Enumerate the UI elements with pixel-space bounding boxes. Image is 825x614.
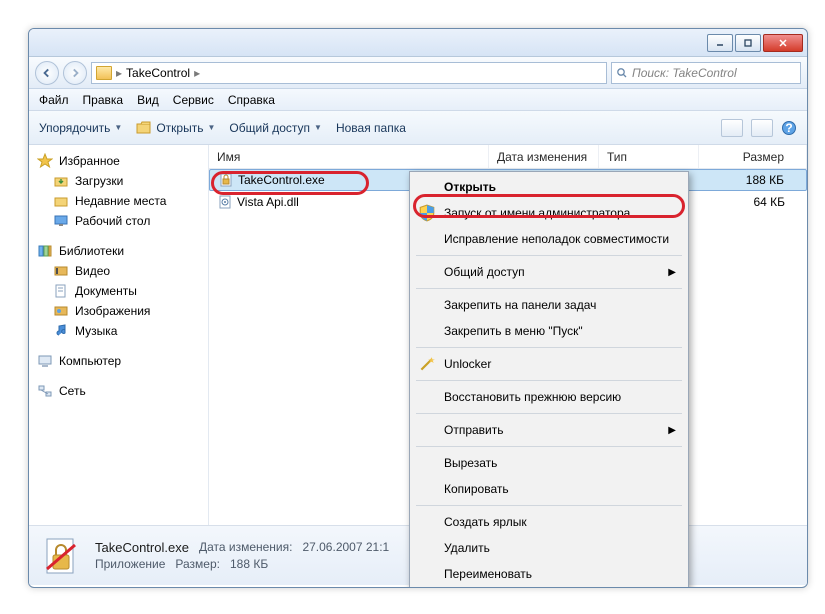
separator — [416, 380, 682, 381]
col-date[interactable]: Дата изменения — [489, 145, 599, 168]
ctx-pin-start[interactable]: Закрепить в меню "Пуск" — [412, 318, 686, 344]
chevron-right-icon: ▸ — [116, 66, 122, 80]
address-bar[interactable]: ▸ TakeControl ▸ — [91, 62, 607, 84]
sidebar-item-documents[interactable]: Документы — [33, 281, 204, 301]
search-placeholder: Поиск: TakeControl — [632, 66, 737, 80]
shield-icon — [418, 204, 436, 222]
column-headers: Имя Дата изменения Тип Размер — [209, 145, 807, 169]
separator — [416, 413, 682, 414]
svg-text:?: ? — [785, 121, 792, 135]
preview-pane-button[interactable] — [751, 119, 773, 137]
col-type[interactable]: Тип — [599, 145, 699, 168]
ctx-sendto[interactable]: Отправить▶ — [412, 417, 686, 443]
video-icon — [53, 263, 69, 279]
ctx-share[interactable]: Общий доступ▶ — [412, 259, 686, 285]
sidebar-item-desktop[interactable]: Рабочий стол — [33, 211, 204, 231]
help-icon[interactable]: ? — [781, 120, 797, 136]
downloads-icon — [53, 173, 69, 189]
sidebar-item-downloads[interactable]: Загрузки — [33, 171, 204, 191]
computer-icon — [37, 353, 53, 369]
menu-help[interactable]: Справка — [228, 93, 275, 107]
separator — [416, 288, 682, 289]
file-list: Имя Дата изменения Тип Размер TakeContro… — [209, 145, 807, 525]
wand-icon — [418, 355, 436, 373]
menu-edit[interactable]: Правка — [83, 93, 124, 107]
chevron-right-icon: ▸ — [194, 66, 200, 80]
folder-icon — [96, 66, 112, 80]
sidebar-computer[interactable]: Компьютер — [33, 351, 204, 371]
open-button[interactable]: Открыть▼ — [136, 120, 215, 136]
sidebar-item-video[interactable]: Видео — [33, 261, 204, 281]
ctx-shortcut[interactable]: Создать ярлык — [412, 509, 686, 535]
menu-tools[interactable]: Сервис — [173, 93, 214, 107]
forward-button[interactable] — [63, 61, 87, 85]
context-menu: Открыть Запуск от имени администратора И… — [409, 171, 689, 588]
sidebar-item-recent[interactable]: Недавние места — [33, 191, 204, 211]
separator — [416, 446, 682, 447]
menu-file[interactable]: Файл — [39, 93, 69, 107]
navbar: ▸ TakeControl ▸ Поиск: TakeControl — [29, 57, 807, 89]
back-button[interactable] — [35, 61, 59, 85]
sidebar-network[interactable]: Сеть — [33, 381, 204, 401]
sidebar-favorites[interactable]: Избранное — [33, 151, 204, 171]
close-button[interactable] — [763, 34, 803, 52]
separator — [416, 505, 682, 506]
ctx-copy[interactable]: Копировать — [412, 476, 686, 502]
star-icon — [37, 153, 53, 169]
search-icon — [616, 67, 628, 79]
chevron-down-icon: ▼ — [114, 123, 122, 132]
separator — [416, 347, 682, 348]
details-type: Приложение — [95, 557, 165, 571]
recent-icon — [53, 193, 69, 209]
ctx-rename[interactable]: Переименовать — [412, 561, 686, 587]
separator — [416, 255, 682, 256]
ctx-restore[interactable]: Восстановить прежнюю версию — [412, 384, 686, 410]
col-name[interactable]: Имя — [209, 145, 489, 168]
music-icon — [53, 323, 69, 339]
pictures-icon — [53, 303, 69, 319]
ctx-cut[interactable]: Вырезать — [412, 450, 686, 476]
newfolder-button[interactable]: Новая папка — [336, 121, 406, 135]
menubar: Файл Правка Вид Сервис Справка — [29, 89, 807, 111]
ctx-open[interactable]: Открыть — [412, 174, 686, 200]
chevron-right-icon: ▶ — [668, 267, 676, 278]
address-folder: TakeControl — [126, 66, 190, 80]
share-button[interactable]: Общий доступ▼ — [229, 121, 322, 135]
sidebar: Избранное Загрузки Недавние места Рабочи… — [29, 145, 209, 525]
maximize-button[interactable] — [735, 34, 761, 52]
chevron-down-icon: ▼ — [207, 123, 215, 132]
content-area: Избранное Загрузки Недавние места Рабочи… — [29, 145, 807, 525]
desktop-icon — [53, 213, 69, 229]
dll-icon — [217, 194, 233, 210]
search-input[interactable]: Поиск: TakeControl — [611, 62, 801, 84]
open-icon — [136, 120, 152, 136]
libraries-icon — [37, 243, 53, 259]
chevron-down-icon: ▼ — [314, 123, 322, 132]
view-button[interactable] — [721, 119, 743, 137]
ctx-compat[interactable]: Исправление неполадок совместимости — [412, 226, 686, 252]
ctx-pin-taskbar[interactable]: Закрепить на панели задач — [412, 292, 686, 318]
network-icon — [37, 383, 53, 399]
exe-icon — [218, 172, 234, 188]
file-large-icon — [41, 535, 83, 577]
minimize-button[interactable] — [707, 34, 733, 52]
toolbar: Упорядочить▼ Открыть▼ Общий доступ▼ Нова… — [29, 111, 807, 145]
documents-icon — [53, 283, 69, 299]
chevron-right-icon: ▶ — [668, 425, 676, 436]
sidebar-item-pictures[interactable]: Изображения — [33, 301, 204, 321]
explorer-window: ▸ TakeControl ▸ Поиск: TakeControl Файл … — [28, 28, 808, 588]
sidebar-item-music[interactable]: Музыка — [33, 321, 204, 341]
ctx-runadmin[interactable]: Запуск от имени администратора — [412, 200, 686, 226]
titlebar — [29, 29, 807, 57]
col-size[interactable]: Размер — [699, 145, 807, 168]
organize-button[interactable]: Упорядочить▼ — [39, 121, 122, 135]
ctx-delete[interactable]: Удалить — [412, 535, 686, 561]
sidebar-libraries[interactable]: Библиотеки — [33, 241, 204, 261]
menu-view[interactable]: Вид — [137, 93, 159, 107]
details-filename: TakeControl.exe — [95, 540, 189, 555]
ctx-unlocker[interactable]: Unlocker — [412, 351, 686, 377]
